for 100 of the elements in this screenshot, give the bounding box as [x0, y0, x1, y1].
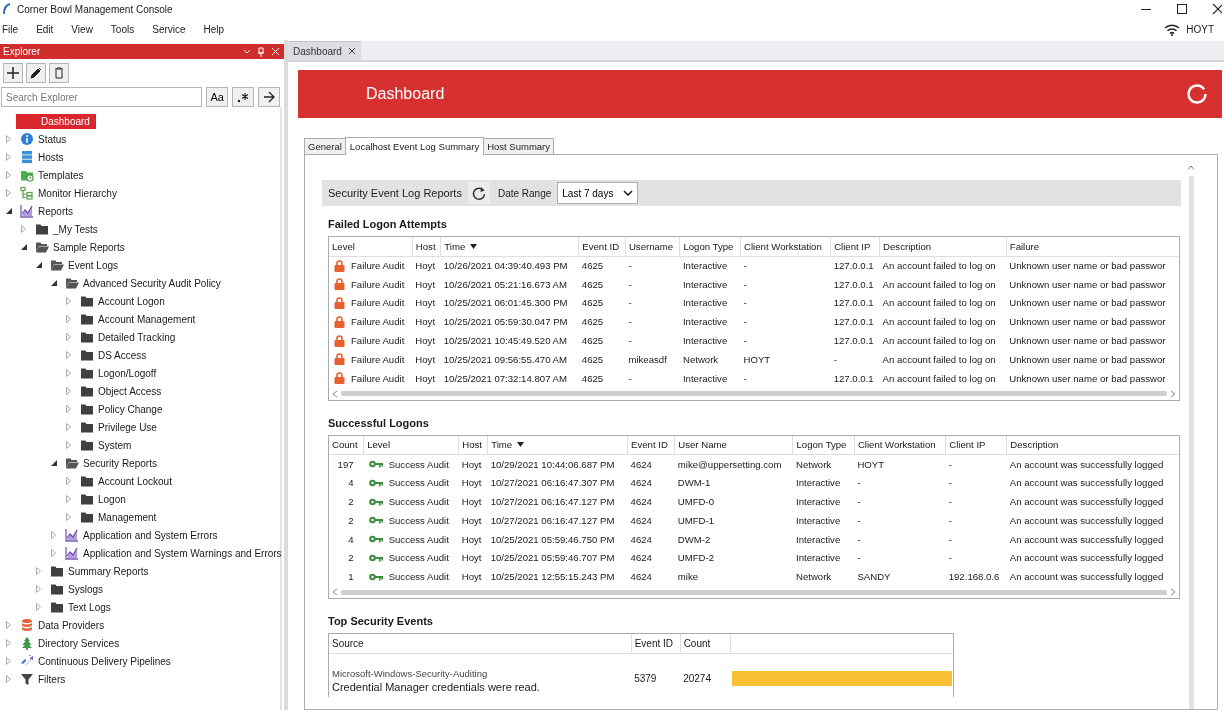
column-header[interactable]: Level [329, 237, 413, 256]
tree-item[interactable]: Policy Change [98, 402, 167, 416]
tree-item[interactable]: Templates [38, 168, 88, 182]
tree-item[interactable]: _My Tests [53, 222, 102, 236]
collapsed-arrow-icon[interactable] [6, 153, 11, 161]
expanded-arrow-icon[interactable] [5, 208, 12, 214]
document-tab[interactable]: Dashboard [288, 41, 361, 60]
tree-item[interactable]: Security Reports [83, 456, 161, 470]
tree-item[interactable]: Object Access [98, 384, 166, 398]
tree-item[interactable]: Dashboard [16, 113, 96, 129]
column-header[interactable]: User Name [674, 435, 793, 455]
menu-item[interactable]: View [69, 23, 99, 35]
tree-item[interactable]: Summary Reports [68, 564, 153, 578]
scroll-right-icon[interactable] [1170, 389, 1176, 398]
menu-item[interactable]: Edit [34, 23, 60, 35]
collapsed-arrow-icon[interactable] [6, 657, 11, 665]
expanded-arrow-icon[interactable] [50, 460, 57, 466]
collapsed-arrow-icon[interactable] [66, 423, 71, 431]
column-header[interactable]: Failure [1006, 237, 1179, 256]
column-header[interactable]: Time [440, 237, 579, 256]
tree-item[interactable]: Privilege Use [98, 420, 161, 434]
column-header[interactable]: Logon Type [793, 435, 855, 455]
collapsed-arrow-icon[interactable] [51, 531, 56, 539]
menu-item[interactable]: Service [150, 23, 192, 35]
expanded-arrow-icon[interactable] [35, 262, 42, 268]
tree-item[interactable]: Logon/Logoff [98, 366, 161, 380]
tree-item[interactable]: Sample Reports [53, 240, 129, 254]
column-header[interactable]: Event ID [631, 634, 681, 654]
column-header[interactable]: Count [329, 435, 364, 455]
column-header[interactable]: Logon Type [679, 237, 741, 256]
column-header[interactable]: Description [879, 237, 1007, 256]
tree-item[interactable]: System [98, 438, 136, 452]
collapsed-arrow-icon[interactable] [66, 297, 71, 305]
tree-item[interactable]: Management [98, 510, 161, 524]
column-header[interactable]: Username [625, 237, 680, 256]
collapsed-arrow-icon[interactable] [6, 189, 11, 197]
close-icon[interactable] [347, 47, 356, 55]
chevron-down-icon[interactable] [243, 48, 251, 55]
tree-item[interactable]: Text Logs [68, 600, 115, 614]
column-header[interactable]: Client IP [945, 435, 1007, 455]
scrollbar-thumb[interactable] [341, 391, 1167, 397]
scroll-left-icon[interactable] [332, 389, 338, 398]
collapsed-arrow-icon[interactable] [6, 675, 11, 683]
collapsed-arrow-icon[interactable] [6, 621, 11, 629]
tree-item[interactable]: Status [38, 132, 71, 146]
tab[interactable]: Host Summary [483, 138, 554, 154]
collapsed-arrow-icon[interactable] [36, 603, 41, 611]
collapsed-arrow-icon[interactable] [66, 369, 71, 377]
menu-item[interactable]: Tools [108, 23, 141, 35]
regex-button[interactable] [232, 87, 255, 107]
tree-item[interactable]: Advanced Security Audit Policy [83, 276, 225, 290]
column-header[interactable]: Host [412, 237, 441, 256]
scrollbar-thumb[interactable] [1188, 176, 1194, 709]
collapsed-arrow-icon[interactable] [6, 135, 11, 143]
tree-item[interactable]: Continuous Delivery Pipelines [38, 654, 175, 668]
tree-item[interactable]: Account Lockout [98, 474, 176, 488]
close-icon[interactable] [1212, 3, 1222, 15]
search-field[interactable]: Search Explorer [1, 87, 203, 107]
edit-button[interactable] [26, 63, 46, 83]
vertical-scrollbar[interactable] [1185, 165, 1197, 709]
collapsed-arrow-icon[interactable] [36, 567, 41, 575]
match-case-button[interactable]: Aa [206, 87, 229, 107]
tree-item[interactable]: Filters [38, 672, 70, 686]
scroll-left-icon[interactable] [332, 588, 338, 597]
column-header[interactable]: Description [1006, 435, 1179, 455]
collapsed-arrow-icon[interactable] [66, 387, 71, 395]
column-header[interactable]: Client Workstation [740, 237, 831, 256]
column-header[interactable]: Client Workstation [854, 435, 946, 455]
tree-item[interactable]: Detailed Tracking [98, 330, 180, 344]
column-header[interactable]: Source [329, 634, 632, 654]
tree-item[interactable]: Hosts [38, 150, 68, 164]
tab[interactable]: General [304, 138, 346, 154]
tab[interactable]: Localhost Event Log Summary [344, 137, 485, 155]
tree-item[interactable]: DS Access [98, 348, 151, 362]
collapsed-arrow-icon[interactable] [66, 315, 71, 323]
column-header[interactable]: Event ID [578, 237, 626, 256]
scroll-up-icon[interactable] [1187, 165, 1195, 170]
tree-item[interactable]: Reports [38, 204, 77, 218]
date-range-dropdown[interactable]: Last 7 days [557, 182, 639, 204]
collapsed-arrow-icon[interactable] [6, 171, 11, 179]
column-header[interactable]: Count [680, 634, 731, 654]
add-button[interactable] [3, 63, 23, 83]
scrollbar-thumb[interactable] [341, 589, 1167, 595]
column-header[interactable]: Host [458, 435, 488, 455]
column-header[interactable]: Event ID [627, 435, 675, 455]
tree-item[interactable]: Syslogs [68, 582, 107, 596]
collapsed-arrow-icon[interactable] [66, 351, 71, 359]
collapsed-arrow-icon[interactable] [66, 405, 71, 413]
collapsed-arrow-icon[interactable] [21, 225, 26, 233]
collapsed-arrow-icon[interactable] [66, 441, 71, 449]
collapsed-arrow-icon[interactable] [6, 639, 11, 647]
tree-item[interactable]: Application and System Warnings and Errors [83, 546, 284, 560]
tree-item[interactable]: Event Logs [68, 258, 123, 272]
tree-item[interactable]: Account Management [98, 312, 200, 326]
scroll-right-icon[interactable] [1170, 588, 1176, 597]
tree-item[interactable]: Application and System Errors [83, 528, 222, 542]
column-header[interactable]: Level [363, 435, 459, 455]
tree-item[interactable]: Data Providers [38, 618, 109, 632]
column-header[interactable]: Time [487, 435, 628, 455]
tree-item[interactable]: Directory Services [38, 636, 124, 650]
